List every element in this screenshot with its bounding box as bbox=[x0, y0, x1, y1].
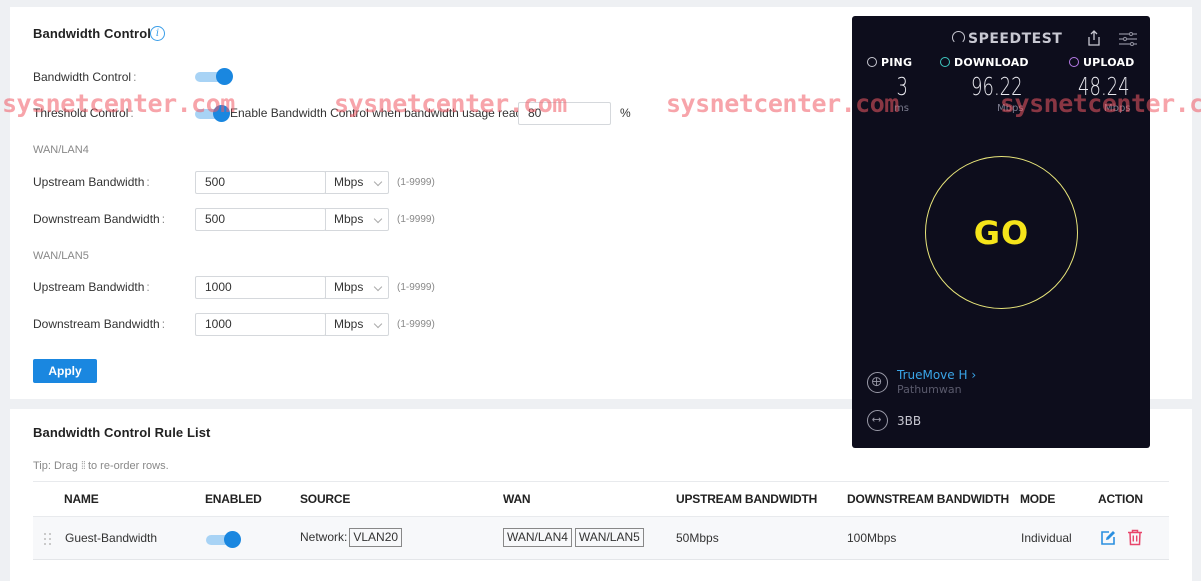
chevron-down-icon bbox=[373, 319, 383, 329]
toggle-knob bbox=[216, 68, 233, 85]
download-icon bbox=[940, 57, 950, 67]
server-icon[interactable] bbox=[867, 410, 888, 431]
range-hint: (1-9999) bbox=[397, 214, 435, 225]
toggle-knob bbox=[224, 531, 241, 548]
unit-value: Mbps bbox=[334, 317, 364, 331]
rule-name: Guest-Bandwidth bbox=[65, 531, 158, 545]
upload-icon bbox=[1069, 57, 1079, 67]
rule-mode: Individual bbox=[1021, 531, 1072, 545]
upload-label: UPLOAD bbox=[1069, 56, 1135, 69]
downstream-bandwidth-label: Downstream Bandwidth: bbox=[33, 317, 166, 331]
table-row: Guest-Bandwidth Network: VLAN20 WAN/LAN4 W… bbox=[33, 516, 1169, 560]
source-tag: VLAN20 bbox=[349, 528, 403, 547]
group-title-wan-lan4: WAN/LAN4 bbox=[33, 144, 89, 156]
upstream-unit-select[interactable]: Mbps bbox=[325, 171, 389, 194]
threshold-unit: % bbox=[620, 106, 631, 120]
bandwidth-control-toggle[interactable] bbox=[195, 68, 233, 86]
toggle-knob bbox=[213, 105, 230, 122]
ping-value: 3 bbox=[896, 72, 908, 101]
wan-tag: WAN/LAN5 bbox=[574, 528, 644, 547]
column-header-wan[interactable]: WAN bbox=[503, 492, 531, 506]
settings-sliders-icon[interactable] bbox=[1119, 32, 1137, 46]
wan-tag: WAN/LAN4 bbox=[503, 528, 572, 547]
rule-list-title: Bandwidth Control Rule List bbox=[33, 425, 211, 440]
range-hint: (1-9999) bbox=[397, 319, 435, 330]
threshold-control-toggle[interactable] bbox=[195, 105, 233, 123]
upstream-bandwidth-label: Upstream Bandwidth: bbox=[33, 280, 150, 294]
upstream-bandwidth-input[interactable]: 1000 bbox=[195, 276, 326, 299]
chevron-down-icon bbox=[373, 282, 383, 292]
upload-unit: Mbps bbox=[1104, 103, 1131, 114]
ping-unit: ms bbox=[894, 103, 909, 114]
chevron-right-icon: › bbox=[971, 368, 977, 382]
download-unit: Mbps bbox=[997, 103, 1024, 114]
unit-value: Mbps bbox=[334, 280, 364, 294]
rule-upstream: 50Mbps bbox=[676, 531, 719, 545]
page-title: Bandwidth Control bbox=[33, 26, 151, 41]
download-value: 96.22 bbox=[971, 72, 1023, 101]
downstream-bandwidth-input[interactable]: 500 bbox=[195, 208, 326, 231]
column-header-enabled[interactable]: ENABLED bbox=[205, 492, 262, 506]
isp-link[interactable]: TrueMove H › bbox=[897, 368, 976, 382]
column-header-downstream[interactable]: DOWNSTREAM BANDWIDTH bbox=[847, 492, 1009, 506]
go-label: GO bbox=[973, 214, 1030, 252]
info-icon[interactable]: i bbox=[150, 26, 165, 41]
group-title-wan-lan5: WAN/LAN5 bbox=[33, 250, 89, 262]
column-header-source[interactable]: SOURCE bbox=[300, 492, 350, 506]
rule-downstream: 100Mbps bbox=[847, 531, 897, 545]
ping-icon bbox=[867, 57, 877, 67]
column-header-upstream[interactable]: UPSTREAM BANDWIDTH bbox=[676, 492, 817, 506]
downstream-bandwidth-input[interactable]: 1000 bbox=[195, 313, 326, 336]
rule-enabled-toggle[interactable] bbox=[206, 531, 244, 549]
speedtest-panel: SPEEDTEST PING DOWNLOAD UPLOAD 3 96.22 4… bbox=[852, 16, 1150, 448]
range-hint: (1-9999) bbox=[397, 177, 435, 188]
speedtest-logo: SPEEDTEST bbox=[952, 31, 1062, 47]
upstream-unit-select[interactable]: Mbps bbox=[325, 276, 389, 299]
ping-label: PING bbox=[867, 56, 912, 69]
threshold-control-label: Threshold Control: bbox=[33, 106, 134, 120]
isp-location: Pathumwan bbox=[897, 383, 962, 396]
source-label: Network: bbox=[300, 530, 348, 544]
chevron-down-icon bbox=[373, 214, 383, 224]
bandwidth-control-label: Bandwidth Control: bbox=[33, 70, 137, 84]
download-label: DOWNLOAD bbox=[940, 56, 1029, 69]
go-button[interactable]: GO bbox=[925, 156, 1078, 309]
chevron-down-icon bbox=[373, 177, 383, 187]
edit-icon[interactable] bbox=[1100, 530, 1116, 546]
column-header-name[interactable]: NAME bbox=[64, 492, 99, 506]
unit-value: Mbps bbox=[334, 212, 364, 226]
downstream-bandwidth-label: Downstream Bandwidth: bbox=[33, 212, 166, 226]
column-header-action[interactable]: ACTION bbox=[1098, 492, 1143, 506]
rule-wan: WAN/LAN4 WAN/LAN5 bbox=[503, 528, 647, 547]
reorder-tip: Tip: Drag ⁞⁞ to re-order rows. bbox=[33, 460, 169, 472]
rule-source: Network: VLAN20 bbox=[300, 528, 405, 547]
threshold-description: Enable Bandwidth Control when bandwidth … bbox=[230, 106, 541, 120]
apply-button[interactable]: Apply bbox=[33, 359, 97, 383]
delete-icon[interactable] bbox=[1127, 529, 1143, 546]
drag-handle-icon: ⁞⁞ bbox=[80, 460, 86, 472]
server-name[interactable]: 3BB bbox=[897, 414, 921, 428]
upstream-bandwidth-input[interactable]: 500 bbox=[195, 171, 326, 194]
column-header-mode[interactable]: MODE bbox=[1020, 492, 1055, 506]
share-icon[interactable] bbox=[1087, 30, 1101, 46]
range-hint: (1-9999) bbox=[397, 282, 435, 293]
drag-handle-icon[interactable] bbox=[44, 533, 52, 545]
threshold-input[interactable]: 80 bbox=[518, 102, 611, 125]
gauge-icon bbox=[952, 31, 965, 44]
globe-icon bbox=[867, 372, 888, 393]
downstream-unit-select[interactable]: Mbps bbox=[325, 313, 389, 336]
table-header: NAME ENABLED SOURCE WAN UPSTREAM BANDWID… bbox=[33, 481, 1169, 517]
unit-value: Mbps bbox=[334, 175, 364, 189]
downstream-unit-select[interactable]: Mbps bbox=[325, 208, 389, 231]
upstream-bandwidth-label: Upstream Bandwidth: bbox=[33, 175, 150, 189]
upload-value: 48.24 bbox=[1078, 72, 1130, 101]
